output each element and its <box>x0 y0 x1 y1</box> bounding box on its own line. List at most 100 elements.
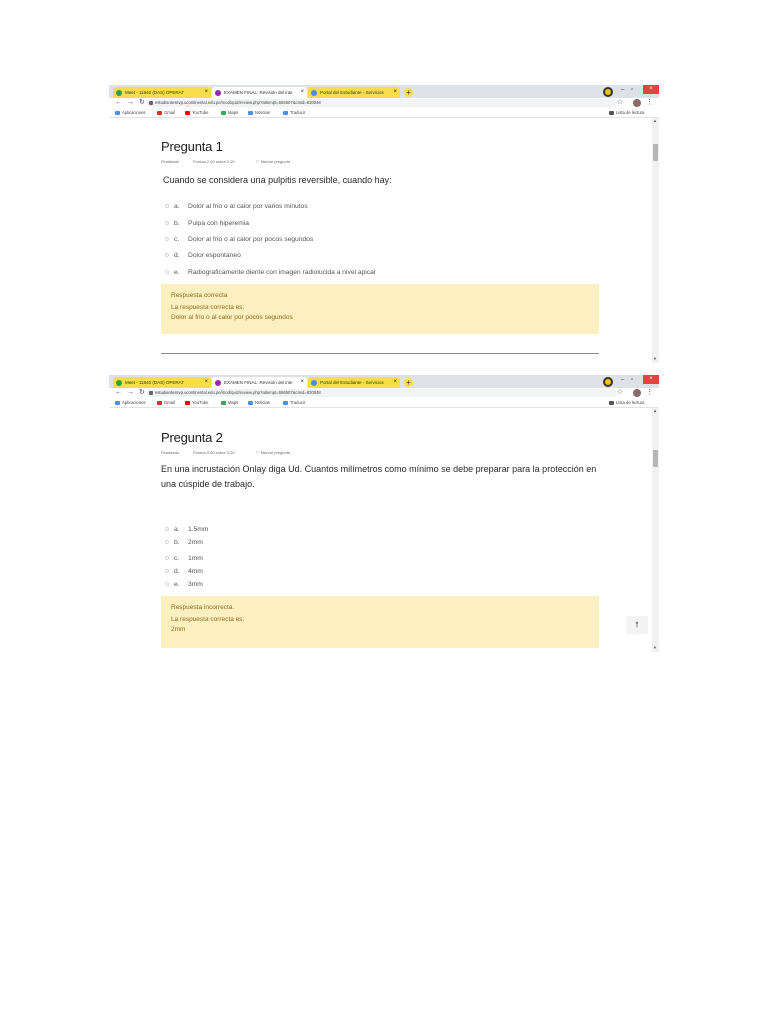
bookmark-translate[interactable]: Traducir <box>283 108 305 117</box>
option-c[interactable]: c. 1mm <box>165 554 203 563</box>
tab-portal[interactable]: Portal del Estudiante - Servicios × <box>308 377 400 388</box>
scrollbar-thumb[interactable] <box>653 450 658 467</box>
new-tab-button[interactable]: + <box>404 88 413 97</box>
bookmark-gmail[interactable]: Gmail <box>157 108 175 117</box>
gmail-icon <box>157 111 162 115</box>
bookmark-news[interactable]: Noticias <box>248 398 270 407</box>
tab-exam[interactable]: EXAMEN FINAL: Revisión del inte × <box>212 377 307 388</box>
extension-icon[interactable] <box>603 87 613 97</box>
close-tab-icon[interactable]: × <box>204 87 208 98</box>
page-content: Pregunta 2 Finalizado Puntúa 0,00 sobre … <box>109 408 659 652</box>
url-field[interactable]: estudiantessvp.ucontinental.edu.pe/mod/q… <box>147 389 617 397</box>
tab-meet[interactable]: Meet - 11640 (DAS) OPERAT × <box>113 87 211 98</box>
flag-question[interactable]: ⚐ Marcar pregunta <box>256 450 290 455</box>
apps-grid-icon <box>115 111 120 115</box>
close-tab-icon[interactable]: × <box>204 377 208 388</box>
scrollbar-thumb[interactable] <box>653 144 658 161</box>
scrollbar[interactable]: ▲ ▼ <box>652 408 659 652</box>
reload-icon[interactable]: ↻ <box>139 99 145 107</box>
translate-icon <box>283 401 288 405</box>
scroll-up-icon[interactable]: ▲ <box>653 409 657 413</box>
reading-list[interactable]: Lista de lectura <box>609 108 644 117</box>
feedback-answer-label: La respuesta correcta es: <box>171 304 245 311</box>
divider <box>161 353 599 354</box>
menu-icon[interactable]: ⋮ <box>646 388 653 397</box>
profile-avatar[interactable] <box>633 389 641 397</box>
scrollbar[interactable]: ▲ ▼ <box>652 118 659 363</box>
radio-button[interactable] <box>165 540 169 544</box>
profile-avatar[interactable] <box>633 99 641 107</box>
arrow-right-icon[interactable]: → <box>127 99 134 107</box>
feedback-answer: Dolor al frio o al calor por pocos segun… <box>171 314 293 321</box>
radio-button[interactable] <box>165 253 169 257</box>
scroll-down-icon[interactable]: ▼ <box>653 646 657 650</box>
bookmark-maps[interactable]: Maps <box>221 108 238 117</box>
arrow-left-icon[interactable]: ← <box>115 389 122 397</box>
radio-button[interactable] <box>165 527 169 531</box>
portal-favicon-icon <box>311 380 317 386</box>
option-e[interactable]: e. Radiograficamente diente con imagen ra… <box>165 268 375 277</box>
star-icon[interactable]: ☆ <box>617 389 623 397</box>
reading-list[interactable]: Lista de lectura <box>609 398 644 407</box>
option-a[interactable]: a. Dolor al frio o al calor por varios mi… <box>165 202 308 211</box>
option-d[interactable]: d. Dolor espontaneo <box>165 251 241 260</box>
news-icon <box>248 401 253 405</box>
bookmark-translate[interactable]: Traducir <box>283 398 305 407</box>
scroll-down-icon[interactable]: ▼ <box>653 357 657 361</box>
url-text: estudiantessvp.ucontinental.edu.pe/mod/q… <box>155 100 321 105</box>
close-tab-icon[interactable]: × <box>393 87 397 98</box>
bookmark-news[interactable]: Noticias <box>248 108 270 117</box>
bookmark-youtube[interactable]: YouTube <box>185 108 208 117</box>
minimize-icon[interactable]: – <box>621 377 624 383</box>
star-icon[interactable]: ☆ <box>617 99 623 107</box>
bookmark-maps[interactable]: Maps <box>221 398 238 407</box>
tab-label: Meet - 11640 (DAS) OPERAT <box>125 380 185 385</box>
question-status: Finalizado <box>161 159 180 164</box>
arrow-up-icon[interactable]: 🠕 <box>626 616 648 634</box>
youtube-icon <box>185 401 190 405</box>
option-a[interactable]: a. 1.5mm <box>165 525 208 534</box>
menu-icon[interactable]: ⋮ <box>646 98 653 107</box>
maps-icon <box>221 111 226 115</box>
bookmark-apps[interactable]: Aplicaciones <box>115 108 146 117</box>
option-d[interactable]: d. 4mm <box>165 567 203 576</box>
bookmark-gmail[interactable]: Gmail <box>157 398 175 407</box>
flag-question[interactable]: ⚐ Marcar pregunta <box>256 159 290 164</box>
option-e[interactable]: e. 3mm <box>165 580 203 589</box>
maximize-icon[interactable]: ▫ <box>631 377 633 383</box>
option-b[interactable]: b. 2mm <box>165 538 203 547</box>
minimize-icon[interactable]: – <box>621 87 624 93</box>
arrow-right-icon[interactable]: → <box>127 389 134 397</box>
reload-icon[interactable]: ↻ <box>139 389 145 397</box>
option-c[interactable]: c. Dolor al frio o al calor por pocos seg… <box>165 235 313 244</box>
url-field[interactable]: estudiantessvp.ucontinental.edu.pe/mod/q… <box>147 99 617 107</box>
tab-portal[interactable]: Portal del Estudiante - Servicios × <box>308 87 400 98</box>
radio-button[interactable] <box>165 221 169 225</box>
tab-exam[interactable]: EXAMEN FINAL: Revisión del inte × <box>212 87 307 98</box>
radio-button[interactable] <box>165 237 169 241</box>
portal-favicon-icon <box>311 90 317 96</box>
bookmark-apps[interactable]: Aplicaciones <box>115 398 146 407</box>
screenshot-2: Meet - 11640 (DAS) OPERAT × EXAMEN FINAL… <box>109 375 659 652</box>
close-tab-icon[interactable]: × <box>300 377 304 388</box>
close-tab-icon[interactable]: × <box>393 377 397 388</box>
close-window-icon[interactable]: × <box>643 375 659 384</box>
bookmark-youtube[interactable]: YouTube <box>185 398 208 407</box>
radio-button[interactable] <box>165 582 169 586</box>
radio-button[interactable] <box>165 270 169 274</box>
new-tab-button[interactable]: + <box>404 378 413 387</box>
close-window-icon[interactable]: × <box>643 85 659 94</box>
maximize-icon[interactable]: ▫ <box>631 87 633 93</box>
tab-meet[interactable]: Meet - 11640 (DAS) OPERAT × <box>113 377 211 388</box>
extension-icon[interactable] <box>603 377 613 387</box>
close-tab-icon[interactable]: × <box>300 87 304 98</box>
radio-button[interactable] <box>165 569 169 573</box>
scroll-up-icon[interactable]: ▲ <box>653 119 657 123</box>
option-b[interactable]: b. Pulpa con hiperemia <box>165 219 249 228</box>
bookmarks-bar: Aplicaciones Gmail YouTube Maps Noticias… <box>109 108 659 118</box>
reading-list-icon <box>609 111 614 115</box>
arrow-left-icon[interactable]: ← <box>115 99 122 107</box>
radio-button[interactable] <box>165 556 169 560</box>
meet-favicon-icon <box>116 90 122 96</box>
radio-button[interactable] <box>165 204 169 208</box>
